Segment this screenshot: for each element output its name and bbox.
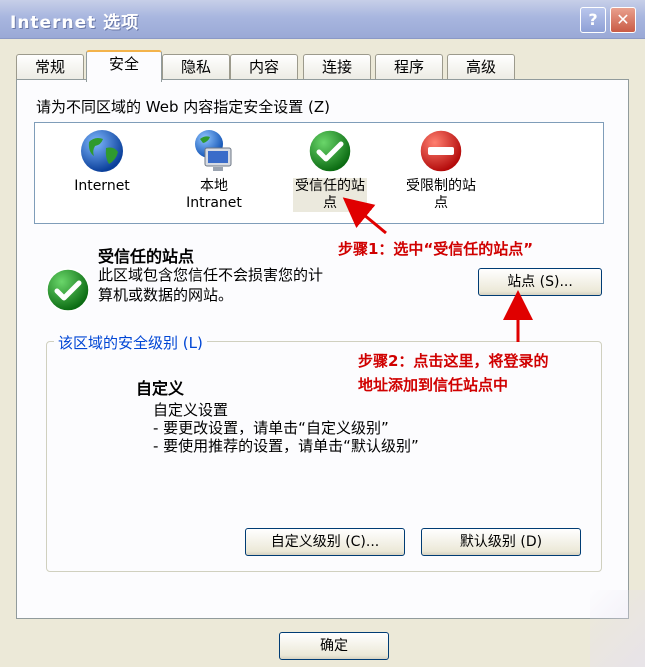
tab-security[interactable]: 安全 — [86, 50, 162, 82]
annotation-arrows — [342, 197, 533, 342]
internet-options-window: Internet 选项 ? ✕ 常规 安全 隐私 内容 连接 程序 高级 请为不… — [0, 0, 645, 667]
corner-watermark — [590, 590, 645, 667]
arrow-to-trusted-sites — [342, 197, 387, 235]
